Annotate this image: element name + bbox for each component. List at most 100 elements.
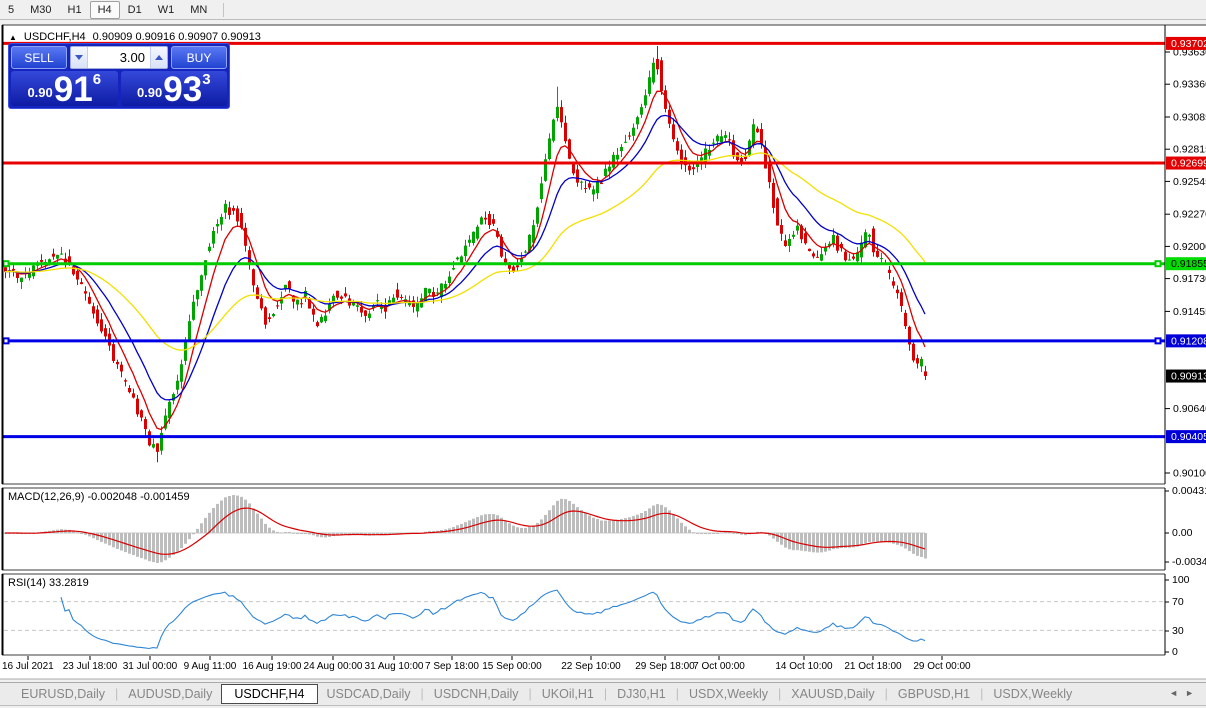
time-tick-label: 7 Oct 00:00 bbox=[693, 661, 745, 672]
hline-handle-center bbox=[1157, 339, 1160, 342]
price-tick-label: 0.91455 bbox=[1173, 306, 1206, 318]
time-tick-label: 14 Oct 10:00 bbox=[775, 661, 833, 672]
timeframe-W1[interactable]: W1 bbox=[150, 1, 183, 19]
price-tick-label: 0.92000 bbox=[1173, 241, 1206, 253]
tab-scroll-arrows-icon[interactable]: ◄► bbox=[1169, 688, 1201, 698]
timeframe-M30[interactable]: M30 bbox=[22, 1, 59, 19]
price-tick-label: 0.90100 bbox=[1173, 468, 1206, 480]
tab-USDX-Weekly[interactable]: USDX,Weekly bbox=[680, 685, 777, 703]
time-tick-label: 31 Jul 00:00 bbox=[123, 661, 178, 672]
chart-area[interactable]: MACD(12,26,9) -0.002048 -0.001459RSI(14)… bbox=[0, 20, 1206, 682]
tab-USDCAD-Daily[interactable]: USDCAD,Daily bbox=[318, 685, 420, 703]
price-badge-0.91855: 0.91855 bbox=[1166, 257, 1206, 270]
timeframe-MN[interactable]: MN bbox=[182, 1, 215, 19]
time-tick-label: 24 Aug 00:00 bbox=[304, 661, 363, 672]
macd-tick-label: -0.003405 bbox=[1172, 556, 1206, 568]
macd-tick-label: 0.00431 bbox=[1172, 485, 1206, 497]
price-tick-label: 0.92815 bbox=[1173, 144, 1206, 156]
volume-input[interactable] bbox=[88, 47, 150, 68]
timeframe-toolbar: 5M30H1H4D1W1MN bbox=[0, 0, 1206, 20]
timeframe-D1[interactable]: D1 bbox=[120, 1, 150, 19]
buy-price-prefix: 0.90 bbox=[137, 85, 162, 100]
tab-divider: | bbox=[115, 687, 118, 701]
chart-title: USDCHF,H4 bbox=[24, 31, 86, 43]
svg-text:0.93702: 0.93702 bbox=[1171, 38, 1206, 50]
tab-USDCHF-H4[interactable]: USDCHF,H4 bbox=[221, 684, 317, 704]
svg-text:0.92699: 0.92699 bbox=[1171, 158, 1206, 170]
tab-USDCNH-Daily[interactable]: USDCNH,Daily bbox=[425, 685, 528, 703]
time-tick-label: 29 Sep 18:00 bbox=[635, 661, 695, 672]
time-tick-label: 16 Jul 2021 bbox=[2, 661, 54, 672]
collapse-chart-icon[interactable]: ▲ bbox=[9, 32, 17, 43]
svg-text:0.91855: 0.91855 bbox=[1171, 258, 1206, 270]
price-badge-0.92699: 0.92699 bbox=[1166, 157, 1206, 170]
tab-divider: | bbox=[676, 687, 679, 701]
time-tick-label: 29 Oct 00:00 bbox=[913, 661, 971, 672]
sell-price-box[interactable]: 0.90 91 6 bbox=[11, 71, 118, 106]
volume-decrease-button[interactable] bbox=[71, 47, 88, 68]
tab-UKOil-H1[interactable]: UKOil,H1 bbox=[533, 685, 603, 703]
buy-price-pip: 3 bbox=[202, 71, 210, 88]
tab-divider: | bbox=[980, 687, 983, 701]
hline-handle-center bbox=[5, 339, 8, 342]
timeframe-5[interactable]: 5 bbox=[0, 1, 22, 19]
tab-AUDUSD-Daily[interactable]: AUDUSD,Daily bbox=[119, 685, 221, 703]
tab-EURUSD-Daily[interactable]: EURUSD,Daily bbox=[12, 685, 114, 703]
price-tick-label: 0.93360 bbox=[1173, 79, 1206, 91]
macd-label: MACD(12,26,9) -0.002048 -0.001459 bbox=[8, 491, 190, 503]
tab-divider: | bbox=[885, 687, 888, 701]
price-axis[interactable]: 0.936300.933600.930850.928150.925450.922… bbox=[1165, 25, 1206, 484]
tab-divider: | bbox=[604, 687, 607, 701]
chart-tab-bar: EURUSD,Daily|AUDUSD,DailyUSDCHF,H4USDCAD… bbox=[0, 682, 1206, 706]
tab-GBPUSD-H1[interactable]: GBPUSD,H1 bbox=[889, 685, 979, 703]
rsi-tick-label: 100 bbox=[1172, 574, 1190, 586]
tab-XAUUSD-Daily[interactable]: XAUUSD,Daily bbox=[782, 685, 883, 703]
svg-text:0.91208: 0.91208 bbox=[1171, 335, 1206, 347]
price-tick-label: 0.92545 bbox=[1173, 176, 1206, 188]
volume-group bbox=[70, 46, 168, 69]
time-tick-label: 31 Aug 10:00 bbox=[365, 661, 424, 672]
tab-divider: | bbox=[421, 687, 424, 701]
price-badge-0.90405: 0.90405 bbox=[1166, 430, 1206, 443]
time-tick-label: 9 Aug 11:00 bbox=[184, 661, 237, 672]
time-tick-label: 15 Sep 00:00 bbox=[482, 661, 542, 672]
triangle-down-icon bbox=[75, 55, 83, 60]
price-badge-0.93702: 0.93702 bbox=[1166, 37, 1206, 50]
rsi-tick-label: 0 bbox=[1172, 646, 1178, 658]
toolbar-separator bbox=[223, 3, 224, 17]
tab-DJ30-H1[interactable]: DJ30,H1 bbox=[608, 685, 675, 703]
time-tick-label: 16 Aug 19:00 bbox=[243, 661, 302, 672]
svg-text:0.90913: 0.90913 bbox=[1171, 371, 1206, 383]
buy-button[interactable]: BUY bbox=[171, 46, 227, 69]
timeframe-H1[interactable]: H1 bbox=[60, 1, 90, 19]
sell-price-prefix: 0.90 bbox=[27, 85, 52, 100]
macd-tick-label: 0.00 bbox=[1172, 527, 1193, 539]
sell-price-pip: 6 bbox=[93, 71, 101, 88]
time-tick-label: 23 Jul 18:00 bbox=[63, 661, 118, 672]
one-click-trading-panel: SELL BUY 0.90 91 6 0.90 93 3 bbox=[8, 43, 230, 109]
hline-handle-center bbox=[1157, 262, 1160, 265]
timeframe-H4[interactable]: H4 bbox=[90, 1, 120, 19]
time-tick-label: 21 Oct 18:00 bbox=[844, 661, 902, 672]
chart-panels-bg bbox=[0, 25, 1206, 679]
time-tick-label: 22 Sep 10:00 bbox=[561, 661, 621, 672]
chart-header: ▲ USDCHF,H4 0.90909 0.90916 0.90907 0.90… bbox=[9, 31, 261, 43]
hline-handle-center bbox=[5, 262, 8, 265]
price-tick-label: 0.93085 bbox=[1173, 111, 1206, 123]
rsi-tick-label: 30 bbox=[1172, 625, 1184, 637]
triangle-up-icon bbox=[155, 55, 163, 60]
tab-divider: | bbox=[778, 687, 781, 701]
time-tick-label: 7 Sep 18:00 bbox=[425, 661, 479, 672]
svg-text:0.90405: 0.90405 bbox=[1171, 431, 1206, 443]
sell-button[interactable]: SELL bbox=[11, 46, 67, 69]
rsi-tick-label: 70 bbox=[1172, 596, 1184, 608]
buy-price-big: 93 bbox=[163, 75, 202, 104]
price-badge-0.90913: 0.90913 bbox=[1166, 370, 1206, 383]
buy-price-box[interactable]: 0.90 93 3 bbox=[121, 71, 228, 106]
volume-increase-button[interactable] bbox=[150, 47, 167, 68]
tab-USDX-Weekly[interactable]: USDX,Weekly bbox=[984, 685, 1081, 703]
tab-divider: | bbox=[529, 687, 532, 701]
price-tick-label: 0.92270 bbox=[1173, 209, 1206, 221]
price-tick-label: 0.90640 bbox=[1173, 403, 1206, 415]
chart-ohlc-values: 0.90909 0.90916 0.90907 0.90913 bbox=[93, 31, 261, 43]
